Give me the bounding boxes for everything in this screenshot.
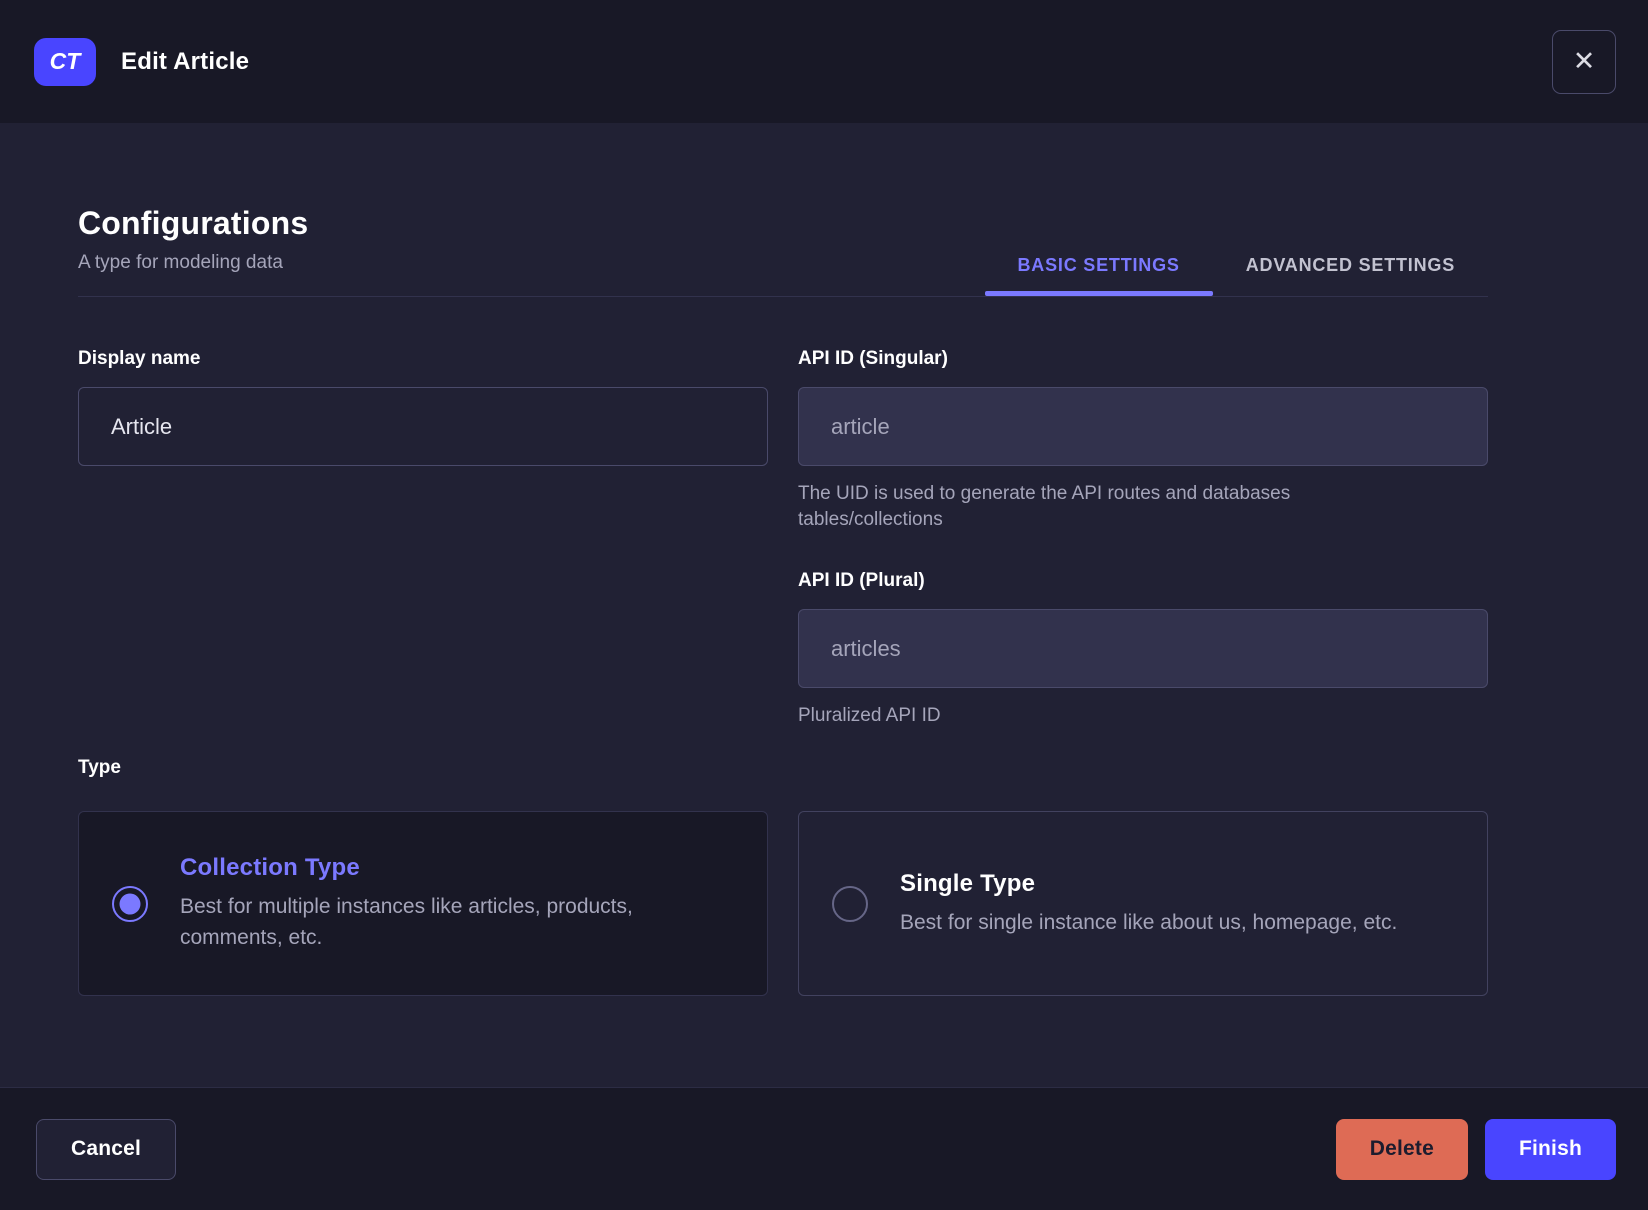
tab-advanced-settings[interactable]: ADVANCED SETTINGS (1213, 255, 1488, 296)
modal-body: Configurations A type for modeling data … (0, 123, 1648, 1087)
collection-type-radio[interactable] (112, 885, 148, 922)
modal-header: CT Edit Article ✕ (0, 0, 1648, 123)
single-type-radio[interactable] (832, 885, 868, 922)
api-id-plural-input[interactable] (798, 609, 1488, 688)
type-section: Type Collection Type Best for multiple i… (78, 757, 1488, 996)
config-header: Configurations A type for modeling data … (78, 123, 1488, 297)
collection-type-title: Collection Type (180, 854, 360, 881)
api-id-column: API ID (Singular) The UID is used to gen… (798, 347, 1488, 729)
delete-button[interactable]: Delete (1335, 1118, 1468, 1180)
display-name-input[interactable] (78, 387, 768, 466)
api-id-singular-field-block: API ID (Singular) The UID is used to gen… (798, 347, 1488, 533)
collection-type-description: Best for multiple instances like article… (180, 895, 633, 949)
settings-tabs: BASIC SETTINGS ADVANCED SETTINGS (984, 255, 1489, 296)
edit-article-modal: CT Edit Article ✕ Configurations A type … (0, 0, 1648, 1210)
api-id-singular-label: API ID (Singular) (798, 348, 948, 369)
page-title: Configurations (78, 205, 309, 241)
api-id-plural-field-block: API ID (Plural) Pluralized API ID (798, 569, 1488, 729)
finish-button[interactable]: Finish (1484, 1118, 1616, 1180)
single-type-description: Best for single instance like about us, … (900, 910, 1398, 934)
modal-title: Edit Article (121, 47, 250, 75)
single-type-title: Single Type (900, 869, 1036, 897)
type-options: Collection Type Best for multiple instan… (78, 811, 1488, 996)
close-button[interactable]: ✕ (1552, 29, 1616, 94)
api-id-singular-helper: The UID is used to generate the API rout… (798, 483, 1291, 530)
display-name-field-block: Display name (78, 347, 768, 729)
api-id-singular-input[interactable] (798, 387, 1488, 466)
content-type-badge: CT (34, 37, 96, 86)
cancel-button[interactable]: Cancel (36, 1118, 177, 1180)
tab-basic-settings[interactable]: BASIC SETTINGS (984, 255, 1213, 296)
content-type-badge-label: CT (49, 48, 81, 74)
configuration-form: Display name API ID (Singular) The UID i… (78, 347, 1488, 729)
api-id-plural-helper: Pluralized API ID (798, 705, 941, 726)
page-subtitle: A type for modeling data (78, 252, 283, 273)
api-id-plural-label: API ID (Plural) (798, 570, 925, 591)
close-icon: ✕ (1572, 46, 1596, 76)
type-label: Type (78, 757, 121, 778)
modal-footer: Cancel Delete Finish (0, 1087, 1648, 1210)
collection-type-option[interactable]: Collection Type Best for multiple instan… (78, 811, 768, 996)
single-type-option[interactable]: Single Type Best for single instance lik… (798, 811, 1488, 996)
display-name-label: Display name (78, 348, 201, 369)
